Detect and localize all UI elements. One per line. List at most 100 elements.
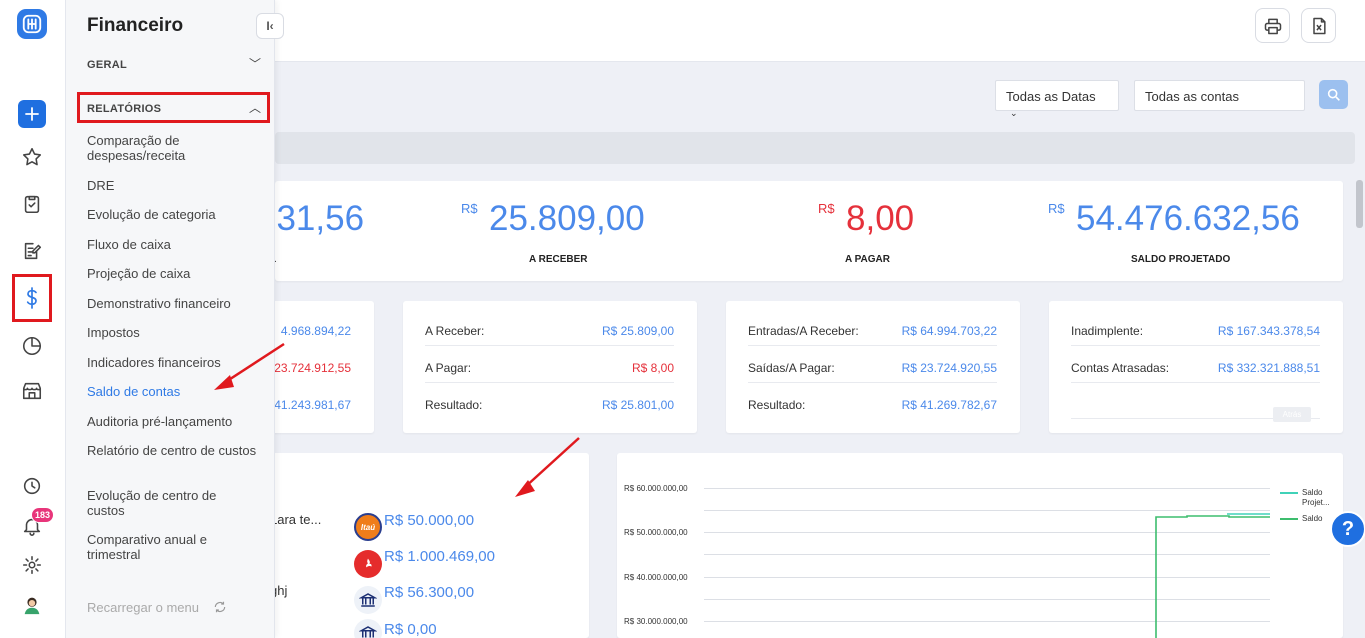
edit-document-icon[interactable] [19, 238, 45, 264]
chevron-up-icon[interactable]: ︿ [249, 99, 261, 116]
detail-card-4: Inadimplente: R$ 167.343.378,54 Contas A… [1049, 301, 1343, 433]
detail3-label-2: Saídas/A Pagar: [748, 361, 835, 375]
series-line-saldo [1155, 515, 1270, 638]
detail1-value-2: 23.724.912,55 [274, 361, 351, 375]
detail2-label-1: A Receber: [425, 324, 485, 338]
app-logo-icon[interactable] [17, 9, 47, 39]
divider [1071, 382, 1320, 383]
section-geral[interactable]: GERAL [87, 59, 127, 71]
summary-card: 331,56 L R$ 25.809,00 A RECEBER R$ 8,00 … [257, 181, 1343, 281]
excel-file-icon [1312, 17, 1326, 34]
itau-bank-icon: Itaú [354, 513, 382, 541]
refresh-icon [214, 601, 225, 613]
atras-button[interactable]: Atrás [1273, 407, 1311, 422]
settings-icon[interactable] [19, 552, 45, 578]
menu-item-evolucao-centro-custos[interactable]: Evolução de centro de custos [87, 488, 257, 518]
summary-caption-saldo-projetado: SALDO PROJETADO [1131, 254, 1231, 265]
section-relatorios[interactable]: RELATÓRIOS [87, 103, 161, 115]
date-filter-select[interactable]: Todas as Datas ⌄ [995, 80, 1119, 118]
printer-icon [1264, 18, 1281, 34]
divider [1071, 345, 1320, 346]
clipboard-check-icon[interactable] [19, 191, 45, 217]
legend-label-projetado: Saldo Projet... [1302, 488, 1330, 507]
detail1-value-3: 41.243.981,67 [274, 398, 351, 412]
detail3-value-3: R$ 41.269.782,67 [901, 398, 997, 412]
account-filter-select[interactable]: Todas as contas [1134, 80, 1305, 111]
detail4-label-2: Contas Atrasadas: [1071, 361, 1170, 375]
chevron-down-icon: ⌄ [1010, 108, 1018, 118]
detail3-label-3: Resultado: [748, 398, 806, 412]
santander-bank-icon [354, 550, 382, 578]
detail2-label-2: A Pagar: [425, 361, 472, 375]
user-avatar-icon[interactable] [19, 592, 45, 618]
collapse-menu-button[interactable]: I‹ [256, 13, 284, 39]
divider [748, 382, 997, 383]
reload-label: Recarregar o menu [87, 600, 199, 615]
search-icon [1327, 88, 1340, 101]
divider [748, 345, 997, 346]
menu-item-dre[interactable]: DRE [87, 178, 257, 193]
account-value-4: R$ 0,00 [384, 621, 437, 638]
menu-item-saldo-contas[interactable]: Saldo de contas [87, 384, 257, 399]
summary-caption-a-receber: A RECEBER [529, 254, 588, 265]
icon-rail: 183 [0, 0, 66, 638]
help-button[interactable]: ? [1330, 511, 1365, 547]
menu-item-fluxo-caixa[interactable]: Fluxo de caixa [87, 237, 257, 252]
summary-value-a-pagar: 8,00 [846, 199, 915, 238]
balance-chart-card: R$ 60.000.000,00 R$ 50.000.000,00 R$ 40.… [617, 453, 1343, 638]
summary-value-a-receber: 25.809,00 [489, 199, 645, 238]
detail2-value-2: R$ 8,00 [631, 361, 674, 375]
menu-title: Financeiro [87, 15, 184, 36]
summary-caption-a-pagar: A PAGAR [845, 254, 890, 265]
dollar-icon [26, 287, 37, 309]
divider [425, 345, 674, 346]
detail3-value-1: R$ 64.994.703,22 [901, 324, 997, 338]
divider [425, 382, 674, 383]
menu-item-projecao-caixa[interactable]: Projeção de caixa [87, 266, 257, 281]
account-name-1: Lara te... [270, 512, 322, 527]
menu-item-comparacao[interactable]: Comparação de despesas/receita [87, 133, 257, 163]
financeiro-nav-item[interactable] [12, 274, 52, 322]
account-value-2: R$ 1.000.469,00 [384, 548, 495, 565]
legend-swatch-saldo [1280, 518, 1298, 520]
menu-item-comparativo-anual[interactable]: Comparativo anual e trimestral [87, 532, 257, 562]
menu-item-indicadores[interactable]: Indicadores financeiros [87, 355, 257, 370]
print-button[interactable] [1255, 8, 1290, 43]
clock-icon[interactable] [19, 473, 45, 499]
account-filter-value: Todas as contas [1145, 89, 1239, 104]
export-excel-button[interactable] [1301, 8, 1336, 43]
detail4-value-1: R$ 167.343.378,54 [1217, 324, 1320, 338]
chevron-down-icon[interactable]: ﹀ [249, 55, 261, 72]
summary-currency-4: R$ [1048, 201, 1065, 216]
detail4-value-2: R$ 332.321.888,51 [1217, 361, 1320, 375]
reload-menu-button[interactable]: Recarregar o menu [87, 600, 227, 615]
account-value-1: R$ 50.000,00 [384, 512, 475, 529]
summary-currency-3: R$ [818, 201, 835, 216]
bank-building-icon [354, 619, 382, 638]
search-button[interactable] [1319, 80, 1348, 109]
menu-item-auditoria[interactable]: Auditoria pré-lançamento [87, 414, 257, 429]
legend-swatch-projetado [1280, 492, 1298, 494]
store-icon[interactable] [19, 378, 45, 404]
summary-value-saldo-projetado: 54.476.632,56 [1076, 199, 1300, 238]
notification-badge: 183 [31, 507, 55, 523]
star-icon[interactable] [19, 144, 45, 170]
detail4-label-1: Inadimplente: [1071, 324, 1144, 338]
pie-chart-icon[interactable] [19, 333, 45, 359]
financeiro-menu: Financeiro I‹ GERAL ﹀ RELATÓRIOS ︿ Compa… [66, 0, 284, 638]
menu-item-evolucao-categoria[interactable]: Evolução de categoria [87, 207, 257, 222]
detail3-label-1: Entradas/A Receber: [748, 324, 859, 338]
chart-lines [1155, 513, 1270, 638]
summary-currency-2: R$ [461, 201, 478, 216]
detail-card-3: Entradas/A Receber: R$ 64.994.703,22 Saí… [726, 301, 1020, 433]
scrollbar-thumb[interactable] [1356, 180, 1363, 228]
bank-building-icon [354, 586, 382, 614]
detail2-value-3: R$ 25.801,00 [601, 398, 674, 412]
add-button[interactable] [18, 100, 46, 128]
menu-item-relatorio-centro-custos[interactable]: Relatório de centro de custos [87, 443, 257, 458]
menu-item-impostos[interactable]: Impostos [87, 325, 257, 340]
legend-label-saldo: Saldo [1302, 514, 1323, 523]
date-filter-value: Todas as Datas [1006, 89, 1096, 104]
detail-card-2: A Receber: R$ 25.809,00 A Pagar: R$ 8,00… [403, 301, 697, 433]
menu-item-demonstrativo[interactable]: Demonstrativo financeiro [87, 296, 257, 311]
